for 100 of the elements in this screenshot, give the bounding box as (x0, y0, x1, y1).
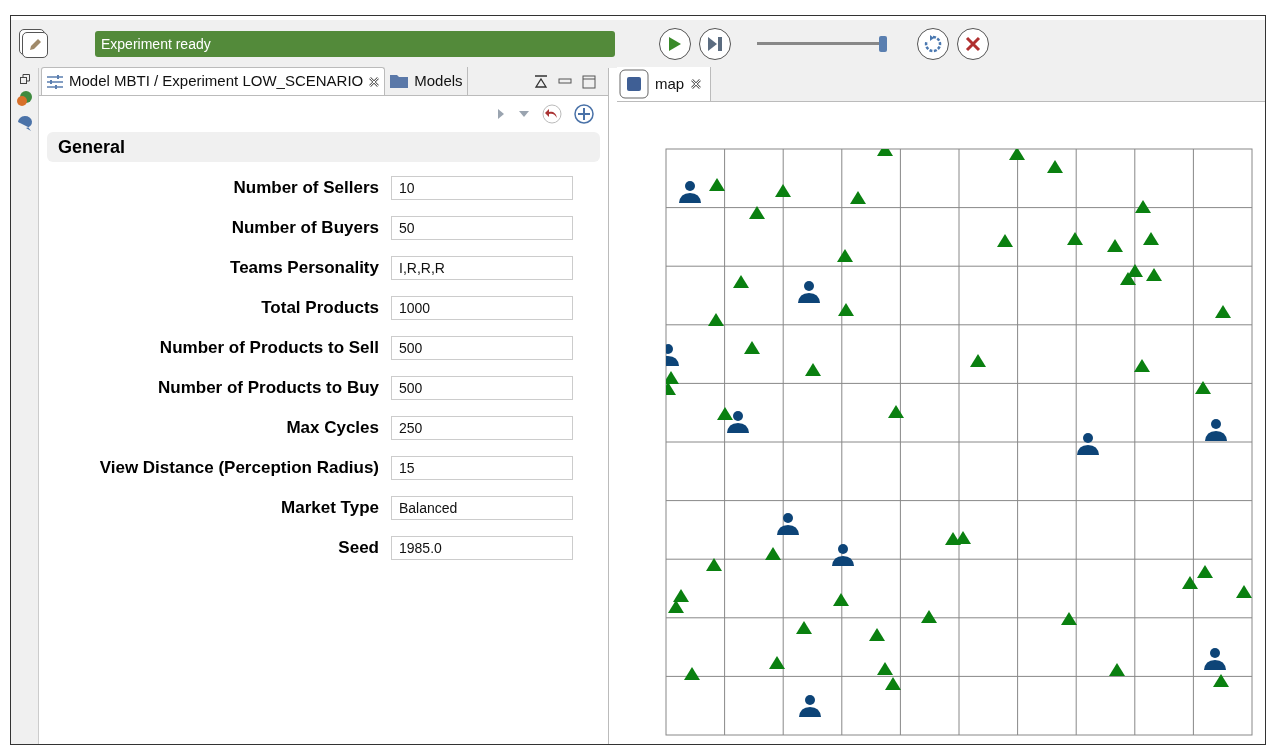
revert-icon[interactable] (542, 104, 562, 124)
person-icon (1205, 419, 1227, 441)
triangle-marker (970, 354, 986, 367)
input-field[interactable]: 1985.0 (391, 536, 573, 560)
triangle-marker (877, 149, 893, 156)
parameter-label: Max Cycles (285, 417, 379, 440)
triangle-marker (796, 621, 812, 634)
parameter-label: Seed (337, 537, 379, 560)
triangle-marker (1143, 232, 1159, 245)
square-icon (619, 69, 649, 99)
triangle-marker (744, 341, 760, 354)
play-icon (668, 36, 682, 52)
input-field[interactable]: Balanced (391, 496, 573, 520)
parameter-label: Number of Products to Sell (158, 337, 379, 360)
triangle-marker (1135, 200, 1151, 213)
parameter-label: View Distance (Perception Radius) (98, 457, 379, 480)
triangle-marker (1195, 381, 1211, 394)
speed-slider[interactable] (757, 36, 887, 52)
triangle-marker (717, 407, 733, 420)
input-field[interactable]: 1000 (391, 296, 573, 320)
pin-icon[interactable] (534, 75, 548, 89)
triangle-marker (805, 363, 821, 376)
triangle-marker (888, 405, 904, 418)
triangle-marker (1107, 239, 1123, 252)
person-icon (1204, 648, 1226, 670)
input-field[interactable]: 500 (391, 336, 573, 360)
close-icon (965, 36, 981, 52)
triangle-marker (684, 667, 700, 680)
triangle-marker (706, 558, 722, 571)
triangle-marker (869, 628, 885, 641)
step-button[interactable] (699, 28, 731, 60)
chat-bubbles-icon[interactable] (15, 90, 34, 108)
triangle-marker (1236, 585, 1252, 598)
restore-icon[interactable] (19, 74, 30, 84)
person-icon (777, 513, 799, 535)
section-header[interactable]: General (47, 132, 600, 162)
person-icon (798, 281, 820, 303)
close-button[interactable] (957, 28, 989, 60)
input-field[interactable]: 500 (391, 376, 573, 400)
triangle-marker (955, 531, 971, 544)
input-field[interactable]: 250 (391, 416, 573, 440)
triangle-marker (1146, 268, 1162, 281)
triangle-marker (833, 593, 849, 606)
triangle-marker (877, 662, 893, 675)
triangle-marker (1197, 565, 1213, 578)
folder-icon (389, 73, 410, 89)
parameter-label: Teams Personality (229, 257, 379, 280)
person-icon (679, 181, 701, 203)
triangle-marker (709, 178, 725, 191)
person-icon (1077, 433, 1099, 455)
parameter-label: Number of Buyers (230, 217, 379, 240)
view-tab[interactable]: map (617, 67, 712, 101)
reload-icon (923, 34, 943, 54)
edit-icon[interactable] (19, 29, 49, 59)
parameter-label: Number of Sellers (232, 177, 379, 200)
person-icon (799, 695, 821, 717)
input-field[interactable]: I,R,R,R (391, 256, 573, 280)
triangle-marker (769, 656, 785, 669)
triangle-marker (666, 382, 676, 395)
input-field[interactable]: 10 (391, 176, 573, 200)
triangle-marker (708, 313, 724, 326)
triangle-marker (1109, 663, 1125, 676)
person-icon (727, 411, 749, 433)
person-icon (666, 344, 679, 366)
triangle-marker (673, 589, 689, 602)
triangle-marker (921, 610, 937, 623)
triangle-marker (850, 191, 866, 204)
parameter-label: Total Products (260, 297, 379, 320)
triangle-marker (1213, 674, 1229, 687)
input-field[interactable]: 15 (391, 456, 573, 480)
triangle-marker (1127, 264, 1143, 277)
close-icon[interactable] (368, 75, 381, 88)
triangle-marker (1182, 576, 1198, 589)
add-icon[interactable] (574, 104, 594, 124)
triangle-marker (1215, 305, 1231, 318)
minimize-icon[interactable] (558, 78, 572, 86)
sliders-icon (46, 73, 64, 90)
input-field[interactable]: 50 (391, 216, 573, 240)
triangle-marker (1009, 149, 1025, 160)
step-icon (707, 36, 723, 52)
parameter-label: Market Type (280, 497, 379, 520)
play-button[interactable] (659, 28, 691, 60)
triangle-marker (1047, 160, 1063, 173)
triangle-marker (837, 249, 853, 262)
triangle-marker (775, 184, 791, 197)
triangle-marker (1120, 272, 1136, 285)
triangle-marker (885, 677, 901, 690)
chat-bubble-icon[interactable] (15, 114, 34, 132)
triangle-marker (997, 234, 1013, 247)
close-icon[interactable] (690, 78, 703, 90)
maximize-icon[interactable] (582, 75, 596, 89)
reload-button[interactable] (917, 28, 949, 60)
status-bar: Experiment ready (95, 31, 615, 57)
panel-tab[interactable]: Model MBTI / Experiment LOW_SCENARIO (41, 67, 386, 95)
triangle-marker (733, 275, 749, 288)
triangle-marker (1134, 359, 1150, 372)
triangle-marker (749, 206, 765, 219)
triangle-marker (838, 303, 854, 316)
person-icon (832, 544, 854, 566)
triangle-marker (1067, 232, 1083, 245)
